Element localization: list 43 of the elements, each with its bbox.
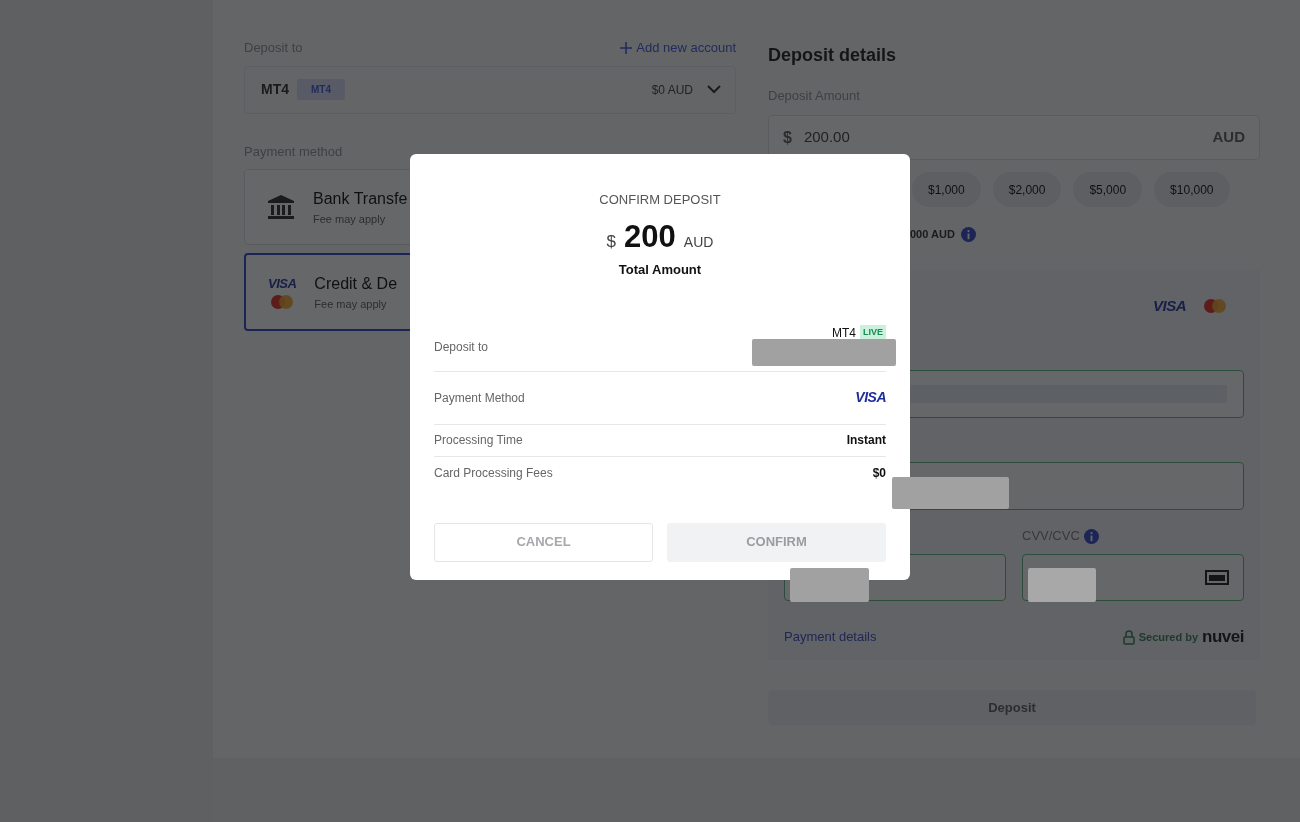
lock-icon xyxy=(1122,629,1135,645)
status-badge: LIVE xyxy=(860,324,886,341)
amount-field[interactable]: $ 200.00 AUD xyxy=(768,115,1260,160)
amount-preset-button[interactable]: $5,000 xyxy=(1073,172,1143,207)
account-name: MT4 xyxy=(261,80,289,99)
info-icon xyxy=(960,226,976,242)
currency-code: AUD xyxy=(683,232,714,252)
visa-logo: VISA xyxy=(268,275,297,294)
amount-preset-button[interactable]: $2,000 xyxy=(992,172,1062,207)
payment-details-link[interactable]: Payment details xyxy=(784,627,877,647)
plus-icon xyxy=(620,41,633,54)
detail-label: Payment Method xyxy=(434,389,525,407)
detail-value: $0 xyxy=(872,464,886,482)
fee-note: Fee may apply xyxy=(314,296,388,312)
amount-preset-button[interactable]: $10,000 xyxy=(1154,172,1230,207)
total-amount: 200 xyxy=(624,217,676,256)
method-title: Credit & De xyxy=(314,273,398,294)
detail-label: Card Processing Fees xyxy=(434,464,553,482)
provider-logo: nuvei xyxy=(1202,626,1244,649)
mastercard-icon xyxy=(1202,298,1228,314)
chevron-down-icon xyxy=(707,85,721,94)
account-balance: $0 AUD xyxy=(651,81,693,99)
info-icon xyxy=(1083,528,1099,544)
mastercard-icon xyxy=(269,293,296,310)
detail-label: Deposit to xyxy=(434,339,489,356)
amount-caption: Total Amount xyxy=(617,261,703,279)
card-icon xyxy=(1205,570,1229,585)
visa-logo: VISA xyxy=(1153,295,1186,316)
visa-logo: VISA xyxy=(855,388,886,407)
currency-symbol: $ xyxy=(606,230,617,253)
bank-icon xyxy=(267,194,295,220)
add-account-link[interactable]: Add new account xyxy=(620,38,736,58)
secured-by-text: Secured by xyxy=(1138,629,1199,645)
redaction-overlay xyxy=(1028,568,1096,602)
amount-preset-button[interactable]: $1,000 xyxy=(912,172,981,207)
detail-value: MT4 xyxy=(832,324,856,342)
limit-text: 000 AUD xyxy=(910,226,955,242)
detail-value: Instant xyxy=(846,432,886,449)
dialog-title: CONFIRM DEPOSIT xyxy=(598,191,722,209)
fee-note: Fee may apply xyxy=(313,211,387,227)
section-title: Deposit details xyxy=(768,44,898,66)
detail-label: Processing Time xyxy=(434,432,523,449)
method-title: Bank Transfe xyxy=(313,188,408,209)
